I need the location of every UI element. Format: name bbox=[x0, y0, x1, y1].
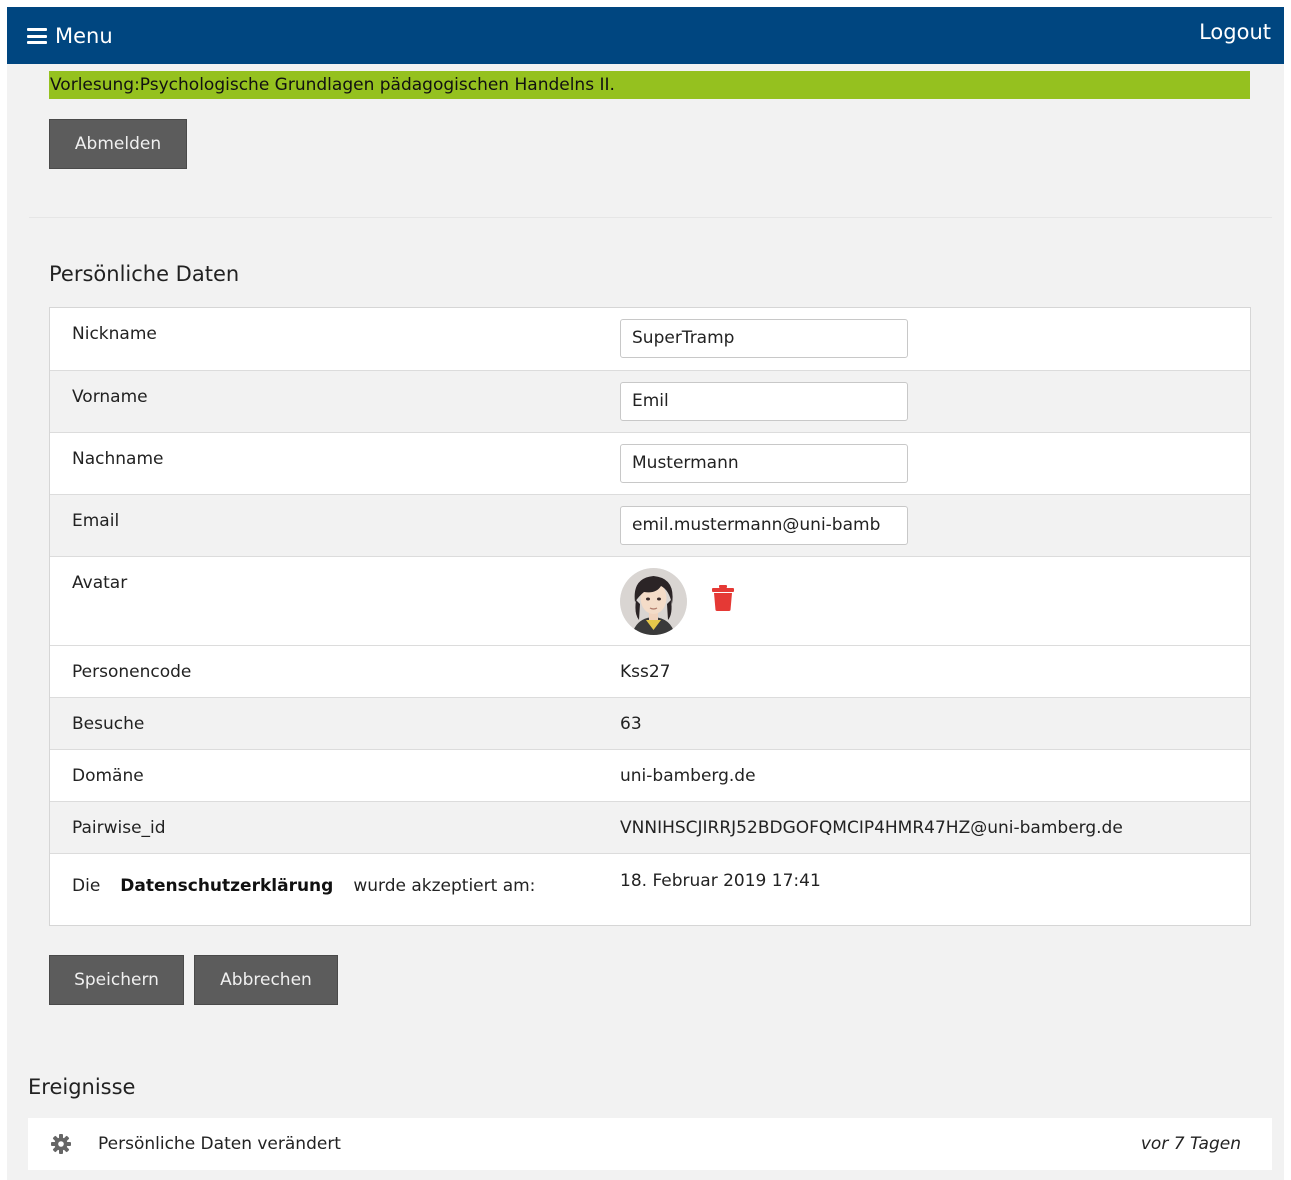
pairwise-id-label: Pairwise_id bbox=[72, 818, 166, 838]
domaene-value: uni-bamberg.de bbox=[620, 766, 756, 786]
row-nachname: Nachname Mustermann bbox=[50, 432, 1250, 494]
nickname-input[interactable]: SuperTramp bbox=[620, 319, 908, 358]
row-email: Email emil.mustermann@uni-bamb bbox=[50, 494, 1250, 556]
privacy-accepted-date: 18. Februar 2019 17:41 bbox=[620, 871, 821, 891]
email-input[interactable]: emil.mustermann@uni-bamb bbox=[620, 506, 908, 545]
abmelden-button[interactable]: Abmelden bbox=[49, 119, 187, 169]
nachname-label: Nachname bbox=[72, 449, 164, 469]
domaene-label: Domäne bbox=[72, 766, 144, 786]
event-time: vor 7 Tagen bbox=[1140, 1134, 1241, 1154]
gear-icon bbox=[51, 1134, 71, 1154]
besuche-label: Besuche bbox=[72, 714, 145, 734]
avatar-image bbox=[620, 568, 687, 635]
row-personencode: Personencode Kss27 bbox=[50, 645, 1250, 697]
row-domaene: Domäne uni-bamberg.de bbox=[50, 749, 1250, 801]
avatar-label: Avatar bbox=[72, 573, 128, 593]
row-besuche: Besuche 63 bbox=[50, 697, 1250, 749]
row-vorname: Vorname Emil bbox=[50, 370, 1250, 432]
personal-data-table: Nickname SuperTramp Vorname Emil Nachnam… bbox=[49, 307, 1251, 926]
top-navigation-bar: Menu Logout bbox=[7, 7, 1284, 64]
event-item: Persönliche Daten verändert vor 7 Tagen bbox=[28, 1118, 1272, 1170]
besuche-value: 63 bbox=[620, 714, 642, 734]
cancel-button[interactable]: Abbrechen bbox=[194, 955, 338, 1005]
row-avatar: Avatar bbox=[50, 556, 1250, 645]
hamburger-icon bbox=[27, 28, 47, 44]
row-pairwise-id: Pairwise_id VNNIHSCJIRRJ52BDGOFQMCIP4HMR… bbox=[50, 801, 1250, 853]
menu-button[interactable]: Menu bbox=[27, 21, 113, 51]
save-button[interactable]: Speichern bbox=[49, 955, 184, 1005]
row-privacy-acceptance: Die Datenschutzerklärung wurde akzeptier… bbox=[50, 853, 1250, 925]
personencode-label: Personencode bbox=[72, 662, 192, 682]
personal-data-title: Persönliche Daten bbox=[49, 262, 240, 286]
privacy-statement: Die Datenschutzerklärung wurde akzeptier… bbox=[72, 876, 535, 896]
pairwise-id-value: VNNIHSCJIRRJ52BDGOFQMCIP4HMR47HZ@uni-bam… bbox=[620, 818, 1123, 838]
privacy-policy-link[interactable]: Datenschutzerklärung bbox=[120, 876, 333, 896]
nachname-input[interactable]: Mustermann bbox=[620, 444, 908, 483]
vorname-label: Vorname bbox=[72, 387, 148, 407]
privacy-prefix: Die bbox=[72, 876, 101, 896]
section-divider bbox=[29, 217, 1272, 218]
personencode-value: Kss27 bbox=[620, 662, 671, 682]
menu-label: Menu bbox=[55, 24, 113, 48]
privacy-suffix: wurde akzeptiert am: bbox=[353, 876, 536, 896]
events-title: Ereignisse bbox=[28, 1075, 136, 1099]
delete-avatar-icon[interactable] bbox=[712, 585, 734, 611]
page-frame: Menu Logout Vorlesung:Psychologische Gru… bbox=[7, 7, 1284, 1180]
nickname-label: Nickname bbox=[72, 324, 157, 344]
vorname-input[interactable]: Emil bbox=[620, 382, 908, 421]
email-label: Email bbox=[72, 511, 120, 531]
logout-link[interactable]: Logout bbox=[1199, 20, 1271, 44]
event-text: Persönliche Daten verändert bbox=[98, 1134, 341, 1154]
lecture-banner: Vorlesung:Psychologische Grundlagen päda… bbox=[49, 71, 1250, 99]
row-nickname: Nickname SuperTramp bbox=[50, 308, 1250, 370]
